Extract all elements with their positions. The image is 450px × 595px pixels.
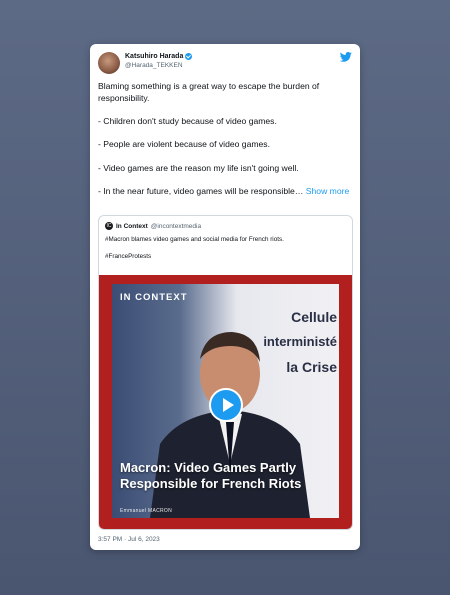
tweet-paragraph: - Video games are the reason my life isn… — [98, 162, 299, 173]
speaker-tag: Emmanuel MACRON — [120, 508, 173, 514]
quoted-author-handle[interactable]: @incontextmedia — [151, 223, 201, 230]
twitter-bird-icon[interactable] — [340, 52, 352, 62]
video-frame: Cellule interministé la Crise IN CONTEXT… — [112, 284, 339, 518]
tweet-paragraph: Blaming something is a great way to esca… — [98, 81, 320, 103]
tweet-paragraph: - People are violent because of video ga… — [98, 139, 270, 150]
tweet-body: Blaming something is a great way to esca… — [98, 81, 354, 210]
author-avatar[interactable] — [98, 52, 120, 74]
show-more-link[interactable]: Show more — [306, 186, 349, 196]
tweet-paragraph-last: - In the near future, video games will b… — [98, 186, 354, 198]
author-name-row[interactable]: Katsuhiro Harada — [125, 53, 193, 60]
tweet-timestamp[interactable]: 3:57 PM · Jul 6, 2023 — [98, 536, 160, 543]
play-icon[interactable] — [209, 388, 243, 422]
verified-badge-icon — [185, 53, 193, 60]
author-info: Katsuhiro Harada @Harada_TEKKEN — [125, 53, 193, 69]
video-media[interactable]: Cellule interministé la Crise IN CONTEXT… — [99, 275, 352, 529]
quoted-tweet-hashtag[interactable]: #FranceProtests — [105, 253, 345, 262]
tweet-card: Katsuhiro Harada @Harada_TEKKEN Blaming … — [90, 44, 360, 550]
quoted-author-avatar[interactable]: IC — [105, 222, 113, 230]
author-name[interactable]: Katsuhiro Harada — [125, 53, 183, 60]
tweet-header: Katsuhiro Harada @Harada_TEKKEN — [98, 52, 352, 76]
tweet-paragraph-truncated: - In the near future, video games will b… — [98, 186, 304, 197]
quoted-tweet-line: #Macron blames video games and social me… — [105, 236, 284, 243]
quoted-tweet-body: #Macron blames video games and social me… — [105, 236, 345, 270]
quoted-tweet-header: IC In Context @incontextmedia — [105, 222, 201, 230]
tweet-paragraph: - Children don't study because of video … — [98, 116, 277, 127]
quoted-tweet[interactable]: IC In Context @incontextmedia #Macron bl… — [98, 215, 353, 530]
video-caption: Macron: Video Games Partly Responsible f… — [120, 460, 302, 491]
brand-logo: IN CONTEXT — [120, 292, 188, 303]
author-handle[interactable]: @Harada_TEKKEN — [125, 62, 192, 69]
quoted-author-name[interactable]: In Context — [116, 223, 148, 230]
